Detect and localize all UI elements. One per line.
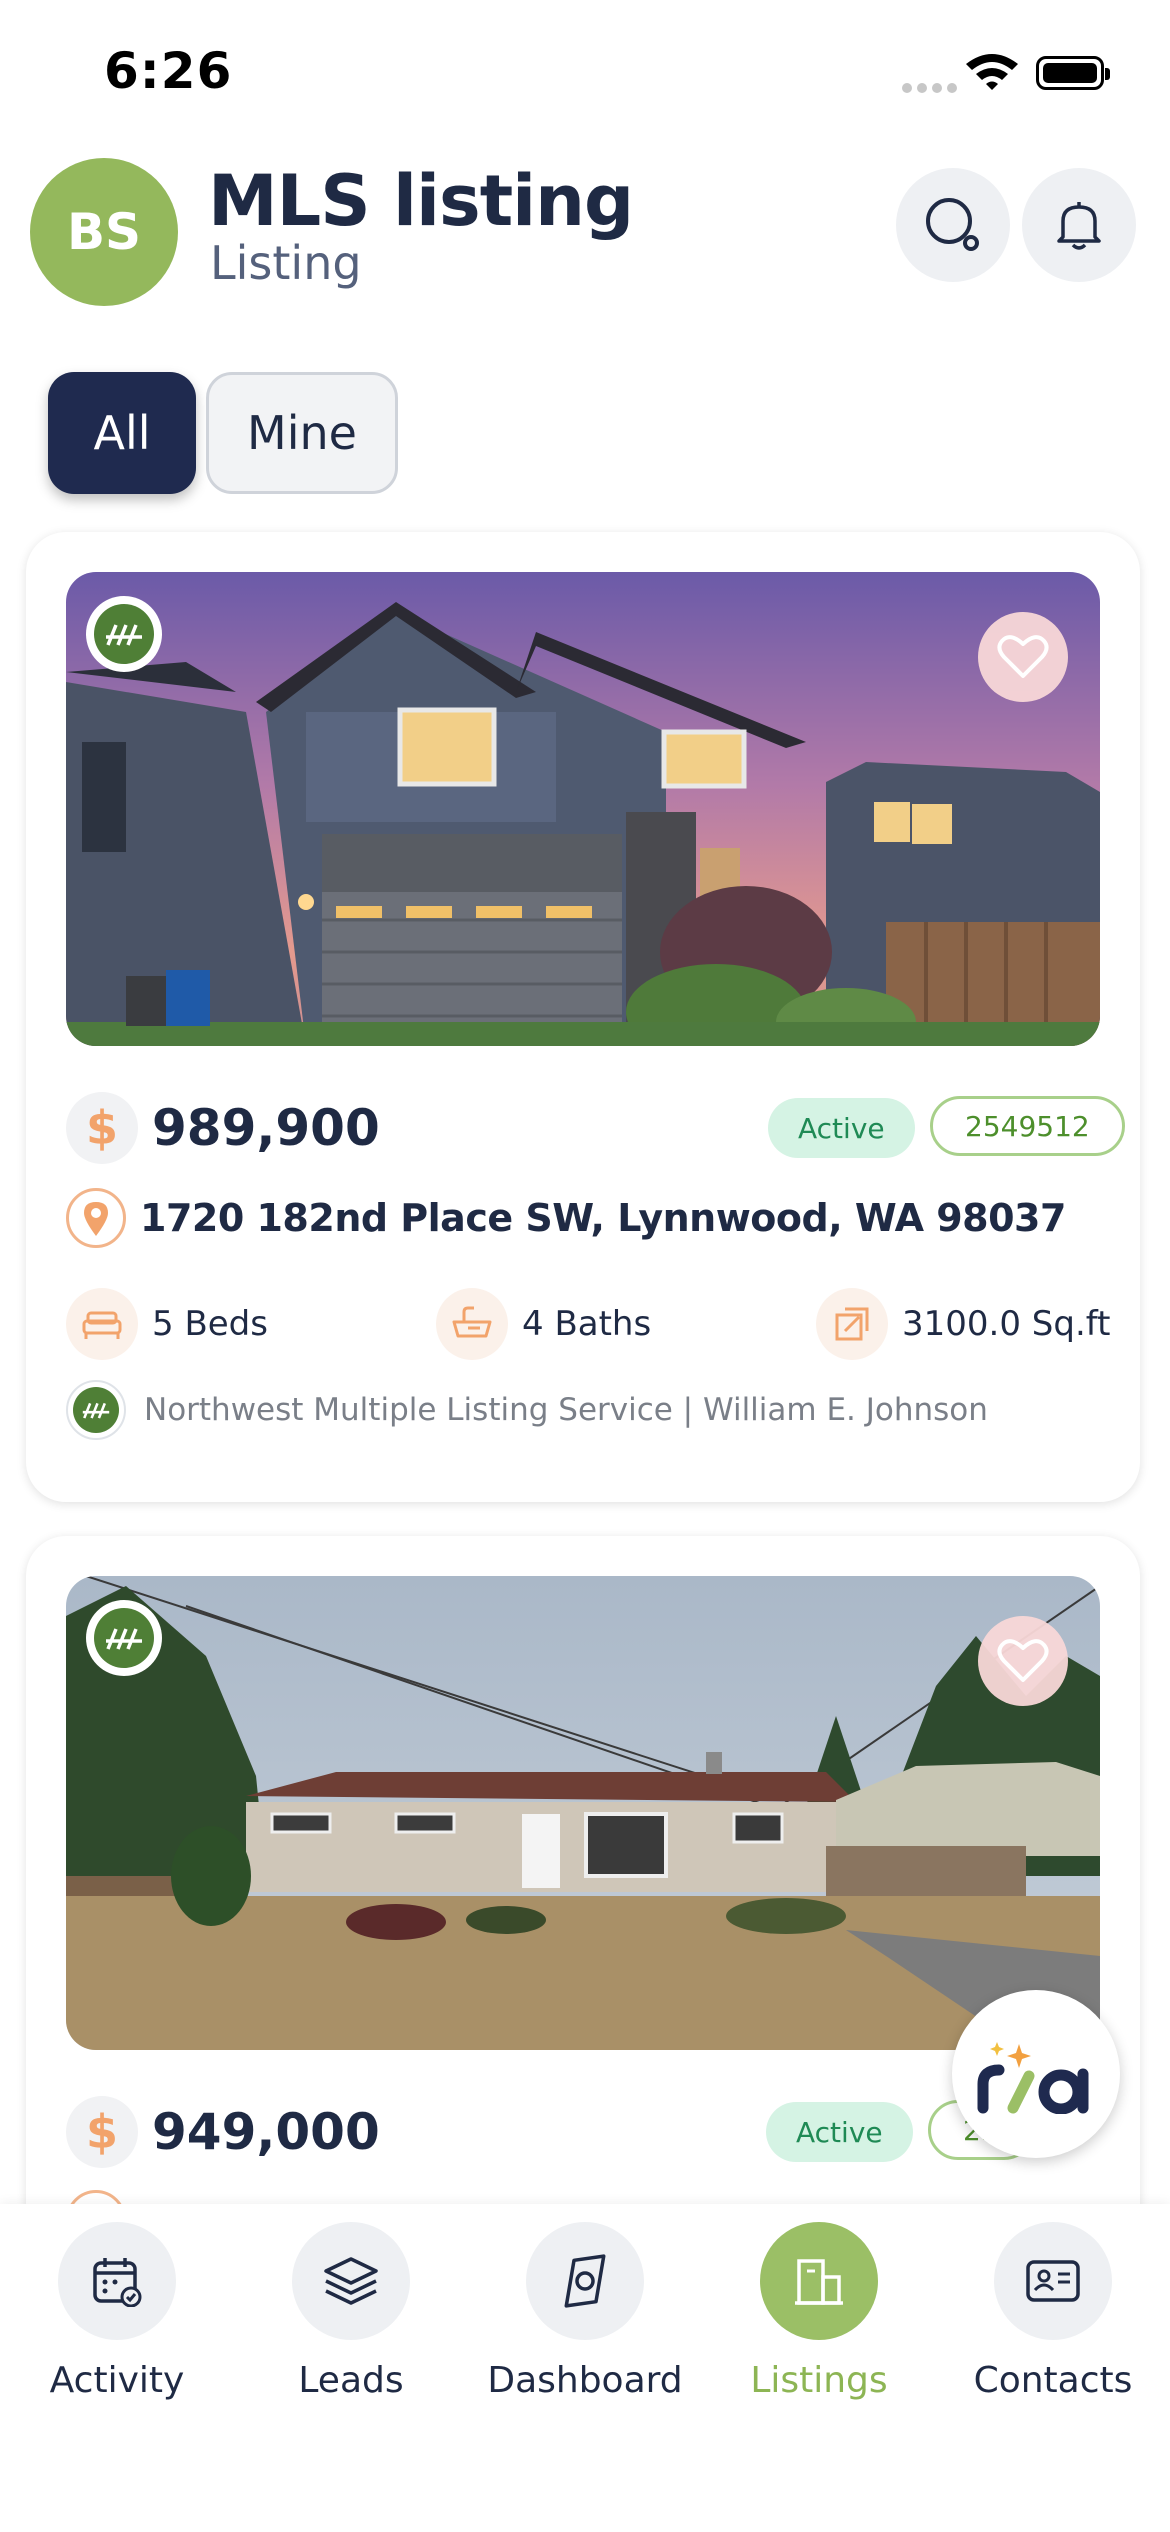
nwmls-logo-icon — [106, 624, 142, 646]
source-row: Northwest Multiple Listing Service | Wil… — [66, 1380, 1100, 1440]
location-pin-icon — [66, 1188, 126, 1248]
search-icon — [926, 198, 979, 251]
nav-activity[interactable]: Activity — [0, 2222, 234, 2401]
listing-card[interactable]: $ 989,900 Active 2549512 1720 182nd Plac… — [26, 532, 1140, 1502]
page-subtitle: Listing — [210, 236, 362, 290]
notifications-button[interactable] — [1022, 168, 1136, 282]
mls-logo-badge — [86, 1600, 162, 1676]
nav-contacts-label: Contacts — [973, 2360, 1133, 2401]
heart-icon — [997, 635, 1049, 678]
ria-logo-icon — [977, 2042, 1089, 2114]
bottom-navigation: Activity Leads Dashboard Listings Contac… — [0, 2204, 1170, 2532]
mls-logo-small — [66, 1380, 126, 1440]
baths-feature: 4 Baths — [436, 1288, 651, 1360]
beds-feature: 5 Beds — [66, 1288, 268, 1360]
listing-price: 949,000 — [152, 2103, 380, 2161]
heart-icon — [997, 1639, 1049, 1682]
area-label: 3100.0 Sq.ft — [902, 1304, 1111, 1344]
dollar-icon: $ — [66, 2096, 138, 2168]
dollar-icon: $ — [66, 1092, 138, 1164]
status-bar: 6:26 — [0, 0, 1170, 140]
status-badge: Active — [768, 1098, 915, 1158]
nav-dashboard[interactable]: Dashboard — [468, 2222, 702, 2401]
contact-card-icon — [994, 2222, 1112, 2340]
listing-photo[interactable] — [66, 572, 1100, 1046]
search-button[interactable] — [896, 168, 1010, 282]
nav-dashboard-label: Dashboard — [487, 2360, 683, 2401]
area-feature: 3100.0 Sq.ft — [816, 1288, 1110, 1360]
listing-photo[interactable] — [66, 1576, 1100, 2050]
status-time: 6:26 — [104, 42, 233, 100]
tab-mine-label: Mine — [247, 406, 357, 460]
favorite-button[interactable] — [978, 612, 1068, 702]
tab-all-label: All — [93, 406, 151, 460]
baths-label: 4 Baths — [522, 1304, 652, 1344]
mls-id-badge: 2549512 — [930, 1096, 1125, 1156]
battery-icon — [1036, 56, 1110, 90]
listing-price: 989,900 — [152, 1099, 380, 1157]
bell-icon — [1057, 202, 1101, 250]
ria-assistant-button[interactable] — [952, 1990, 1120, 2158]
nav-listings[interactable]: Listings — [702, 2222, 936, 2401]
address-row: 1720 182nd Place SW, Lynnwood, WA 98037 — [66, 1188, 1100, 1248]
listing-address: 1720 182nd Place SW, Lynnwood, WA 98037 — [140, 1196, 1066, 1240]
wifi-icon — [964, 52, 1020, 96]
page-title: MLS listing — [208, 160, 634, 242]
cellular-signal-icon — [902, 78, 962, 97]
status-badge: Active — [766, 2102, 913, 2162]
building-icon — [760, 2222, 878, 2340]
listing-source: Northwest Multiple Listing Service | Wil… — [144, 1392, 988, 1428]
nav-contacts[interactable]: Contacts — [936, 2222, 1170, 2401]
nav-leads-label: Leads — [298, 2360, 404, 2401]
favorite-button[interactable] — [978, 1616, 1068, 1706]
listing-card[interactable]: $ 949,000 Active 25 — [26, 1536, 1140, 2256]
avatar-initials: BS — [66, 203, 142, 261]
area-icon — [816, 1288, 888, 1360]
nav-leads[interactable]: Leads — [234, 2222, 468, 2401]
tab-all[interactable]: All — [48, 372, 196, 494]
avatar[interactable]: BS — [30, 158, 178, 306]
calendar-check-icon — [58, 2222, 176, 2340]
bathtub-icon — [436, 1288, 508, 1360]
mls-logo-badge — [86, 596, 162, 672]
beds-label: 5 Beds — [152, 1304, 268, 1344]
tab-mine[interactable]: Mine — [206, 372, 398, 494]
compass-icon — [526, 2222, 644, 2340]
layers-icon — [292, 2222, 410, 2340]
nav-listings-label: Listings — [750, 2360, 888, 2401]
nwmls-logo-icon — [82, 1402, 110, 1419]
bed-icon — [66, 1288, 138, 1360]
nwmls-logo-icon — [106, 1628, 142, 1650]
nav-activity-label: Activity — [49, 2360, 185, 2401]
